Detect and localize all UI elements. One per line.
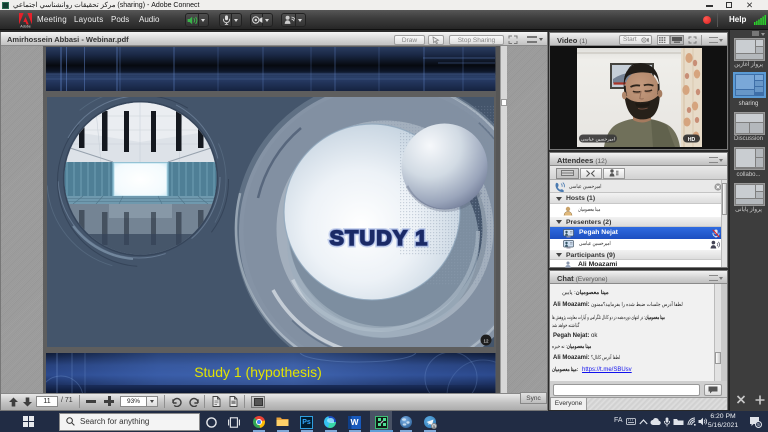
svg-text:HD: HD <box>688 137 696 143</box>
svg-text:Study 1 (hypothesis): Study 1 (hypothesis) <box>194 364 322 380</box>
svg-text:Adobe: Adobe <box>20 25 30 28</box>
svg-text:STUDY 1: STUDY 1 <box>330 226 429 250</box>
svg-text:12: 12 <box>483 338 489 343</box>
